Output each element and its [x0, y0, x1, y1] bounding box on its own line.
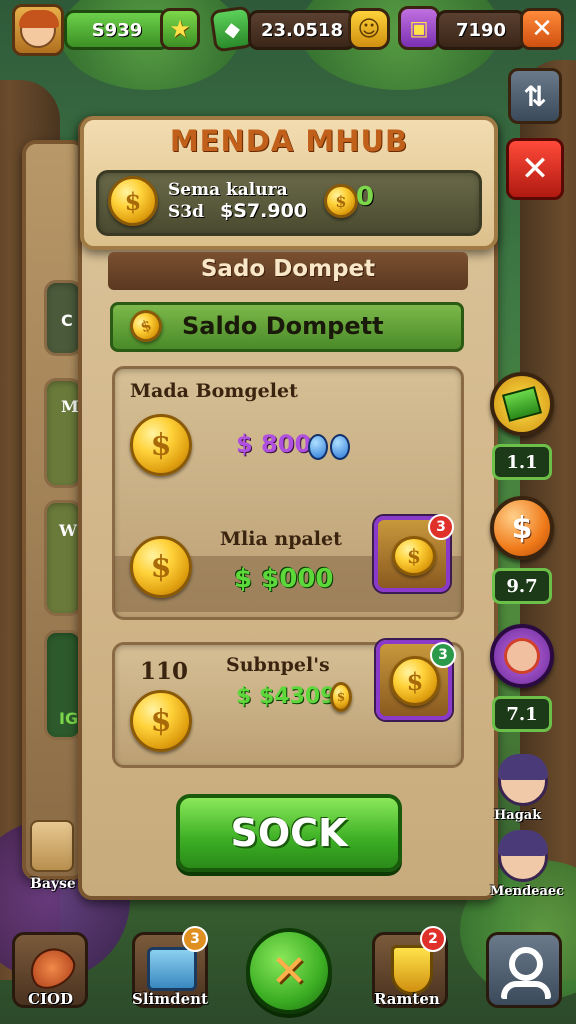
menu-icon: ⇅ [523, 79, 547, 113]
close-icon: ✕ [531, 14, 553, 44]
top-close-button[interactable]: ✕ [520, 8, 564, 50]
character-1-label: Hagak [494, 808, 542, 823]
close-icon: ✕ [270, 945, 308, 997]
left-slot-2[interactable]: M [44, 378, 82, 488]
currency-2-value: 23.0518 [261, 19, 343, 41]
coin-icon: $ [130, 536, 192, 598]
shield-icon [391, 945, 433, 995]
side-chip-2: 9.7 [492, 568, 552, 604]
center-close-button[interactable]: ✕ [246, 928, 332, 1014]
left-slot-3[interactable]: W [44, 500, 82, 616]
star-icon: ★ [169, 15, 191, 43]
card1-subtitle: Mlia npalet [220, 528, 342, 550]
coin-icon: $ [324, 184, 358, 218]
user-icon [509, 947, 543, 981]
left-slot-label: M [61, 397, 79, 416]
green-gem-icon: ◆ [222, 16, 242, 42]
close-icon: ✕ [520, 149, 550, 189]
card1-amount-bottom: $ $000 [234, 564, 334, 594]
section-title: Sado Dompet [200, 256, 376, 282]
smiley-icon: ☺ [357, 16, 381, 42]
character-portrait-2[interactable] [498, 830, 548, 882]
coin-icon: $ [108, 176, 158, 226]
card1-badge: 3 [428, 514, 454, 540]
menu-button[interactable]: ⇅ [508, 68, 562, 124]
card2-title: Subnpel's [226, 654, 330, 676]
left-slot-label: C [61, 311, 73, 330]
user-icon-body [501, 981, 551, 999]
currency-1-display: S939 [64, 10, 170, 50]
left-slot-label: IG [59, 709, 79, 728]
card2-badge: 3 [430, 642, 456, 668]
left-slot-label: W [59, 521, 77, 540]
bag-icon[interactable] [30, 820, 74, 872]
dollar-icon: $ [511, 510, 533, 546]
sock-button-label: SOCK [230, 811, 348, 855]
avatar-face [19, 10, 59, 48]
blue-gem-icon [330, 434, 350, 460]
bag-label: Bayse [30, 876, 76, 892]
character-2-label: Mendeaec [490, 884, 565, 899]
currency-2-display: 23.0518 [248, 10, 356, 50]
bottom-button-2-badge: 3 [182, 926, 208, 952]
purple-chest-icon: ▣ [409, 16, 429, 40]
coin-icon: $ [130, 690, 192, 752]
card2-amount: $ $4309 [236, 684, 336, 709]
orange-coin-button[interactable]: $ [490, 496, 554, 560]
sock-button[interactable]: SOCK [176, 794, 402, 872]
bottom-button-2-label: Slimdent [132, 990, 208, 1008]
character-button[interactable] [490, 624, 554, 688]
chest-icon [147, 947, 197, 991]
header-amount-prefix: S3d [168, 202, 204, 222]
star-button[interactable]: ★ [160, 8, 200, 50]
header-coin-value: 0 [356, 182, 375, 212]
bottom-button-4-label: Ramten [374, 990, 440, 1008]
currency-1-value: S939 [91, 19, 143, 41]
blue-gems [308, 434, 356, 462]
coin-icon: $ [130, 414, 192, 476]
character-portrait-1[interactable] [498, 754, 548, 806]
cash-stack-icon [501, 386, 543, 422]
header-amount: $S7.900 [220, 200, 308, 222]
currency-3-value: 7190 [455, 19, 507, 41]
card2-number: 110 [140, 658, 189, 685]
left-slot-1[interactable]: C [44, 280, 82, 356]
side-chip-1: 1.1 [492, 444, 552, 480]
cash-stack-button[interactable] [490, 372, 554, 436]
coin-icon: $ [330, 682, 352, 712]
panel-close-button[interactable]: ✕ [506, 138, 564, 200]
header-label: Sema kalura [168, 180, 288, 200]
wallet-bar-label: Saldo Dompett [182, 312, 384, 340]
currency-3-display: 7190 [436, 10, 526, 50]
panel-title: MENDA MHUB [169, 124, 409, 158]
profile-button[interactable] [486, 932, 562, 1008]
left-slot-4[interactable]: IG [44, 630, 82, 740]
card1-amount-top: $ 800 [236, 430, 312, 458]
player-avatar[interactable] [12, 4, 64, 56]
blue-gem-icon [308, 434, 328, 460]
bottom-button-4-badge: 2 [420, 926, 446, 952]
bottom-button-1-label: CIOD [28, 990, 74, 1008]
side-chip-3: 7.1 [492, 696, 552, 732]
meat-icon [22, 940, 82, 996]
character-face-icon [504, 638, 540, 674]
purple-chest-button[interactable]: ▣ [398, 6, 440, 50]
card1-title: Mada Bomgelet [130, 380, 298, 402]
smiley-button[interactable]: ☺ [348, 8, 390, 50]
coin-icon: $ [392, 536, 436, 576]
